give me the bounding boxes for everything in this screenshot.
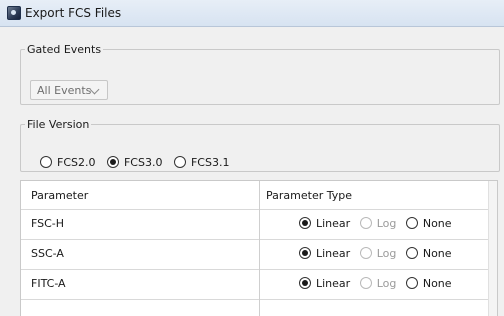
radio-button[interactable] — [405, 277, 418, 289]
table-row-partial[interactable] — [21, 299, 497, 316]
file-version-option-fcs3-0[interactable]: FCS3.0 — [106, 155, 163, 171]
parameter-table: Parameter Parameter Type FSC-H Linear Lo… — [20, 180, 498, 316]
radio-label: None — [422, 247, 452, 260]
radio-label: Linear — [316, 217, 351, 230]
column-divider — [259, 239, 260, 269]
export-fcs-dialog: Export FCS Files Gated Events All Events… — [0, 0, 504, 316]
radio-button-disabled — [359, 247, 372, 259]
type-option-log: Log — [359, 246, 397, 262]
gated-events-group: Gated Events All Events — [20, 43, 500, 105]
gated-events-select-value: All Events — [37, 84, 92, 97]
radio-button-selected[interactable] — [106, 156, 119, 168]
file-version-option-fcs2-0[interactable]: FCS2.0 — [40, 155, 95, 171]
table-row[interactable]: FSC-H Linear Log None — [21, 209, 497, 240]
radio-label: FCS3.1 — [190, 156, 230, 169]
parameter-name: SSC-A — [31, 247, 64, 260]
table-row[interactable]: SSC-A Linear Log None — [21, 239, 497, 270]
type-option-none[interactable]: None — [405, 276, 452, 292]
gated-events-legend: Gated Events — [27, 43, 102, 56]
radio-label: Log — [376, 247, 397, 260]
window-title: Export FCS Files — [25, 6, 122, 20]
radio-button[interactable] — [40, 156, 52, 168]
radio-label: Linear — [316, 247, 351, 260]
type-option-log: Log — [359, 276, 397, 292]
column-divider — [259, 269, 260, 299]
table-header-row: Parameter Parameter Type — [21, 181, 497, 210]
file-version-option-fcs3-1[interactable]: FCS3.1 — [173, 155, 230, 171]
parameter-name: FITC-A — [31, 277, 66, 290]
file-version-group: File Version FCS2.0 FCS3.0 FCS3.1 — [20, 118, 500, 172]
parameter-type-options: Linear Log None — [299, 246, 458, 262]
gated-events-select[interactable]: All Events — [30, 80, 108, 100]
type-option-linear[interactable]: Linear — [299, 216, 350, 232]
column-divider — [259, 299, 260, 316]
column-header-parameter-type[interactable]: Parameter Type — [266, 189, 352, 202]
file-version-options: FCS2.0 FCS3.0 FCS3.1 — [40, 155, 237, 171]
radio-button-disabled — [359, 277, 372, 289]
radio-button[interactable] — [405, 217, 418, 229]
radio-label: FCS3.0 — [123, 156, 163, 169]
column-header-parameter[interactable]: Parameter — [31, 189, 88, 202]
radio-button-disabled — [359, 217, 372, 229]
type-option-none[interactable]: None — [405, 246, 452, 262]
type-option-none[interactable]: None — [405, 216, 452, 232]
radio-label: Log — [376, 277, 397, 290]
radio-button[interactable] — [405, 247, 418, 259]
column-divider[interactable] — [259, 181, 260, 209]
column-divider — [259, 209, 260, 239]
type-option-log: Log — [359, 216, 397, 232]
type-option-linear[interactable]: Linear — [299, 246, 350, 262]
radio-button-selected[interactable] — [299, 247, 311, 259]
parameter-name: FSC-H — [31, 217, 65, 230]
radio-label: Log — [376, 217, 397, 230]
radio-button-selected[interactable] — [299, 217, 311, 229]
type-option-linear[interactable]: Linear — [299, 276, 350, 292]
table-row[interactable]: FITC-A Linear Log None — [21, 269, 497, 300]
title-bar[interactable]: Export FCS Files — [0, 0, 504, 27]
radio-label: Linear — [316, 277, 351, 290]
table-scrollbar[interactable] — [488, 181, 497, 316]
radio-button-selected[interactable] — [299, 277, 311, 289]
radio-button[interactable] — [173, 156, 186, 168]
radio-label: None — [422, 217, 452, 230]
parameter-type-options: Linear Log None — [299, 276, 458, 292]
app-icon — [7, 6, 21, 20]
parameter-type-options: Linear Log None — [299, 216, 458, 232]
radio-label: None — [422, 277, 452, 290]
radio-label: FCS2.0 — [57, 156, 96, 169]
file-version-legend: File Version — [27, 118, 90, 131]
